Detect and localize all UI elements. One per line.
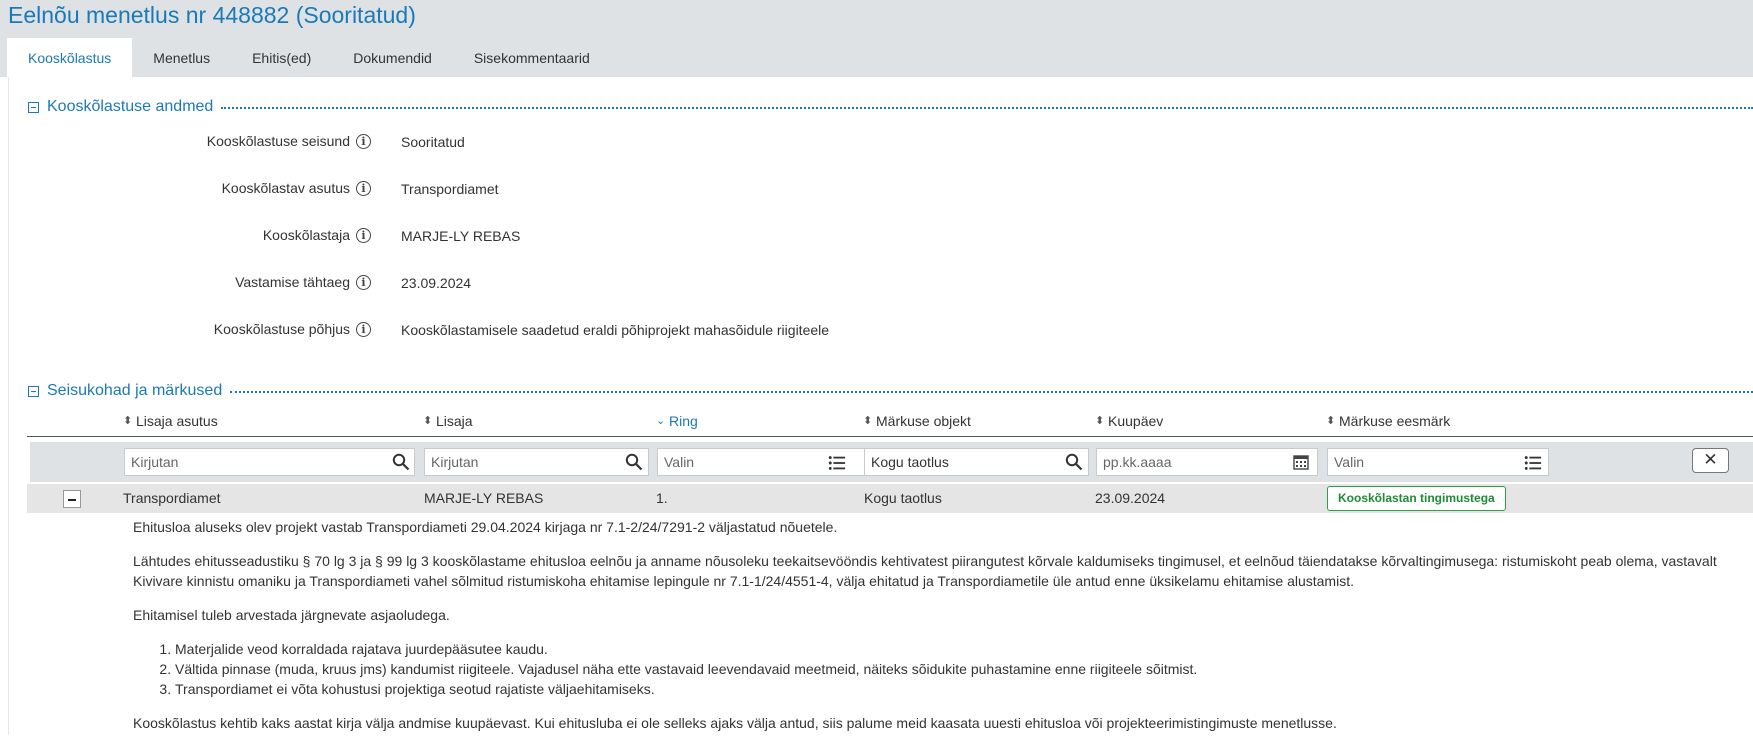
close-icon: ✕ (1703, 450, 1718, 469)
tab-sisekommentaarid[interactable]: Sisekommentaarid (453, 38, 611, 77)
list-item: Vältida pinnase (muda, kruus jms) kandum… (175, 659, 1753, 679)
info-icon[interactable]: i (356, 181, 371, 196)
table-header: ⬍ Lisaja asutus ⬍ Lisaja ⌄ Ring ⬍ Märkus… (27, 408, 1753, 437)
field-value: Transpordiamet (401, 181, 499, 197)
sort-icon: ⬍ (123, 415, 133, 427)
field-vastamise-tahtaeg: Vastamise tähtaeg i 23.09.2024 (0, 272, 1753, 294)
cell-lisaja: MARJE-LY REBAS (424, 490, 544, 506)
column-header-lisaja-asutus[interactable]: ⬍ Lisaja asutus (123, 413, 218, 429)
page-title: Eelnõu menetlus nr 448882 (Sooritatud) (8, 2, 416, 28)
comment-paragraph: Ehitamisel tuleb arvestada järgnevate as… (133, 607, 450, 623)
calendar-icon[interactable] (1293, 454, 1309, 470)
field-label: Kooskõlastav asutus (221, 180, 350, 196)
section-divider (230, 391, 1753, 393)
cell-lisaja-asutus: Transpordiamet (123, 490, 221, 506)
field-kooskolastuse-pohjus: Kooskõlastuse põhjus i Kooskõlastamisele… (0, 319, 1753, 341)
filter-lisaja-input[interactable] (424, 448, 649, 476)
sort-icon: ⬍ (1326, 415, 1336, 427)
content-left-border (8, 77, 9, 735)
list-item: Materjalide veod korraldada rajatava juu… (175, 639, 1753, 659)
info-icon[interactable]: i (356, 322, 371, 337)
tab-menetlus[interactable]: Menetlus (132, 38, 231, 77)
filter-bar: ✕ (30, 442, 1753, 482)
filter-lisaja-asutus-input[interactable] (124, 448, 415, 476)
filter-kuupaev-input[interactable] (1096, 448, 1318, 476)
column-header-lisaja[interactable]: ⬍ Lisaja (423, 413, 473, 429)
comment-paragraph: Lähtudes ehitusseadustiku § 70 lg 3 ja §… (133, 551, 1753, 591)
comment-list: Materjalide veod korraldada rajatava juu… (133, 639, 1753, 699)
search-icon[interactable] (1065, 453, 1083, 471)
filter-ring-select[interactable] (657, 448, 882, 476)
comment-body: Ehitusloa aluseks olev projekt vastab Tr… (133, 517, 1753, 747)
field-value: Sooritatud (401, 134, 465, 150)
info-icon[interactable]: i (356, 134, 371, 149)
section-seisukohad-header[interactable]: Seisukohad ja märkused (28, 380, 1753, 402)
sort-icon: ⬍ (423, 415, 433, 427)
tab-kooskolastus[interactable]: Kooskõlastus (7, 38, 133, 77)
comment-paragraph: Ehitusloa aluseks olev projekt vastab Tr… (133, 519, 838, 535)
field-kooskolastaja: Kooskõlastaja i MARJE-LY REBAS (0, 225, 1753, 247)
search-icon[interactable] (392, 453, 410, 471)
sort-icon: ⬍ (1095, 415, 1105, 427)
list-item: Transpordiamet ei võta kohustusi projekt… (175, 679, 1753, 699)
field-label: Kooskõlastuse seisund (206, 133, 350, 149)
filter-markuse-objekt-input[interactable] (864, 448, 1089, 476)
list-icon[interactable] (1524, 454, 1542, 472)
sort-icon: ⬍ (863, 415, 873, 427)
field-value: MARJE-LY REBAS (401, 228, 521, 244)
field-label: Kooskõlastuse põhjus (213, 321, 350, 337)
column-label: Ring (669, 413, 698, 429)
status-badge: Kooskõlastan tingimustega (1327, 486, 1506, 511)
column-label: Kuupäev (1108, 413, 1164, 429)
chevron-down-icon: ⌄ (656, 415, 666, 427)
field-kooskolastuse-seisund: Kooskõlastuse seisund i Sooritatud (0, 131, 1753, 153)
column-label: Lisaja (436, 413, 473, 429)
column-header-ring[interactable]: ⌄ Ring (656, 413, 698, 429)
tab-ehitised[interactable]: Ehitis(ed) (231, 38, 332, 77)
column-label: Märkuse eesmärk (1339, 413, 1451, 429)
page-header: Eelnõu menetlus nr 448882 (Sooritatud) K… (0, 0, 1753, 77)
field-label: Kooskõlastaja (262, 227, 350, 243)
collapse-icon[interactable] (28, 385, 39, 397)
field-value: Kooskõlastamisele saadetud eraldi põhipr… (401, 322, 830, 338)
field-value: 23.09.2024 (401, 275, 472, 291)
tab-dokumendid[interactable]: Dokumendid (332, 38, 453, 77)
list-icon[interactable] (828, 454, 846, 472)
comment-line: Lähtudes ehitusseadustiku § 70 lg 3 ja §… (133, 553, 1717, 569)
section-kooskolastuse-andmed-header[interactable]: Kooskõlastuse andmed (28, 96, 1753, 118)
cell-markuse-objekt: Kogu taotlus (864, 490, 942, 506)
search-icon[interactable] (625, 453, 643, 471)
column-label: Lisaja asutus (136, 413, 218, 429)
clear-filters-button[interactable]: ✕ (1692, 448, 1729, 473)
collapse-row-icon[interactable] (63, 490, 81, 508)
field-label: Vastamise tähtaeg (235, 274, 350, 290)
tab-bar: Kooskõlastus Menetlus Ehitis(ed) Dokumen… (7, 38, 611, 77)
cell-kuupaev: 23.09.2024 (1095, 490, 1166, 506)
cell-ring: 1. (656, 490, 668, 506)
info-icon[interactable]: i (356, 228, 371, 243)
collapse-icon[interactable] (28, 101, 39, 113)
comment-paragraph: Kooskõlastus kehtib kaks aastat kirja vä… (133, 715, 1337, 731)
comment-line: Kivivare kinnistu omaniku ja Transpordia… (133, 573, 1354, 589)
section-divider (221, 107, 1753, 109)
section-title: Seisukohad ja märkused (47, 382, 223, 399)
section-title: Kooskõlastuse andmed (47, 98, 214, 115)
table-row[interactable]: Transpordiamet MARJE-LY REBAS 1. Kogu ta… (27, 484, 1753, 513)
filter-markuse-eesmark-select[interactable] (1327, 448, 1549, 476)
column-header-markuse-objekt[interactable]: ⬍ Märkuse objekt (863, 413, 971, 429)
info-icon[interactable]: i (356, 275, 371, 290)
column-header-kuupaev[interactable]: ⬍ Kuupäev (1095, 413, 1163, 429)
column-label: Märkuse objekt (876, 413, 971, 429)
column-header-markuse-eesmark[interactable]: ⬍ Märkuse eesmärk (1326, 413, 1450, 429)
field-kooskolastav-asutus: Kooskõlastav asutus i Transpordiamet (0, 178, 1753, 200)
